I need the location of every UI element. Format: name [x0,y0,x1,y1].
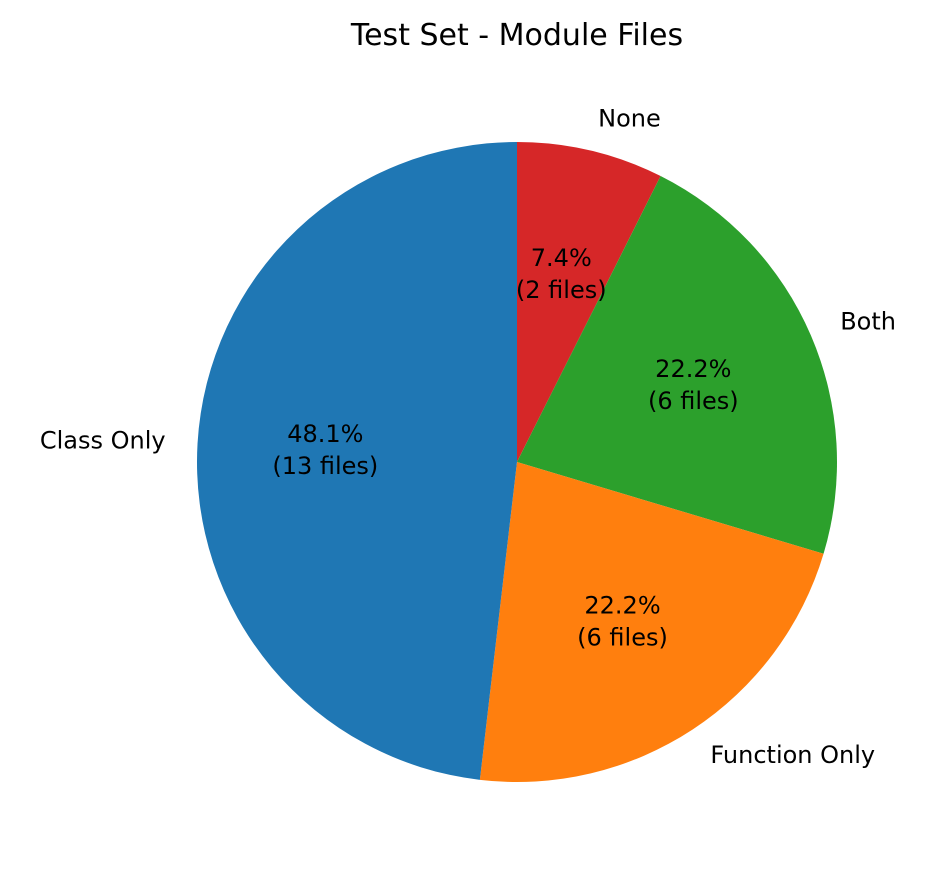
slice-count-function-only: (6 files) [577,623,668,651]
slice-percent-none: 7.4% [531,244,592,272]
slice-label-both: Both [840,308,896,336]
slice-percent-function-only: 22.2% [584,591,660,619]
slice-label-class-only: Class Only [40,427,166,455]
slice-label-function-only: Function Only [710,741,875,769]
slice-percent-both: 22.2% [655,355,731,383]
pie-chart-svg: Test Set - Module Files None 7.4% (2 files… [40,18,896,783]
slice-count-both: (6 files) [648,387,739,415]
slice-label-none: None [598,104,661,132]
slice-percent-class-only: 48.1% [287,420,363,448]
slice-count-none: (2 files) [516,276,607,304]
slice-count-class-only: (13 files) [272,452,378,480]
chart-title: Test Set - Module Files [350,18,683,53]
pie-chart: Test Set - Module Files None 7.4% (2 files… [0,0,937,882]
